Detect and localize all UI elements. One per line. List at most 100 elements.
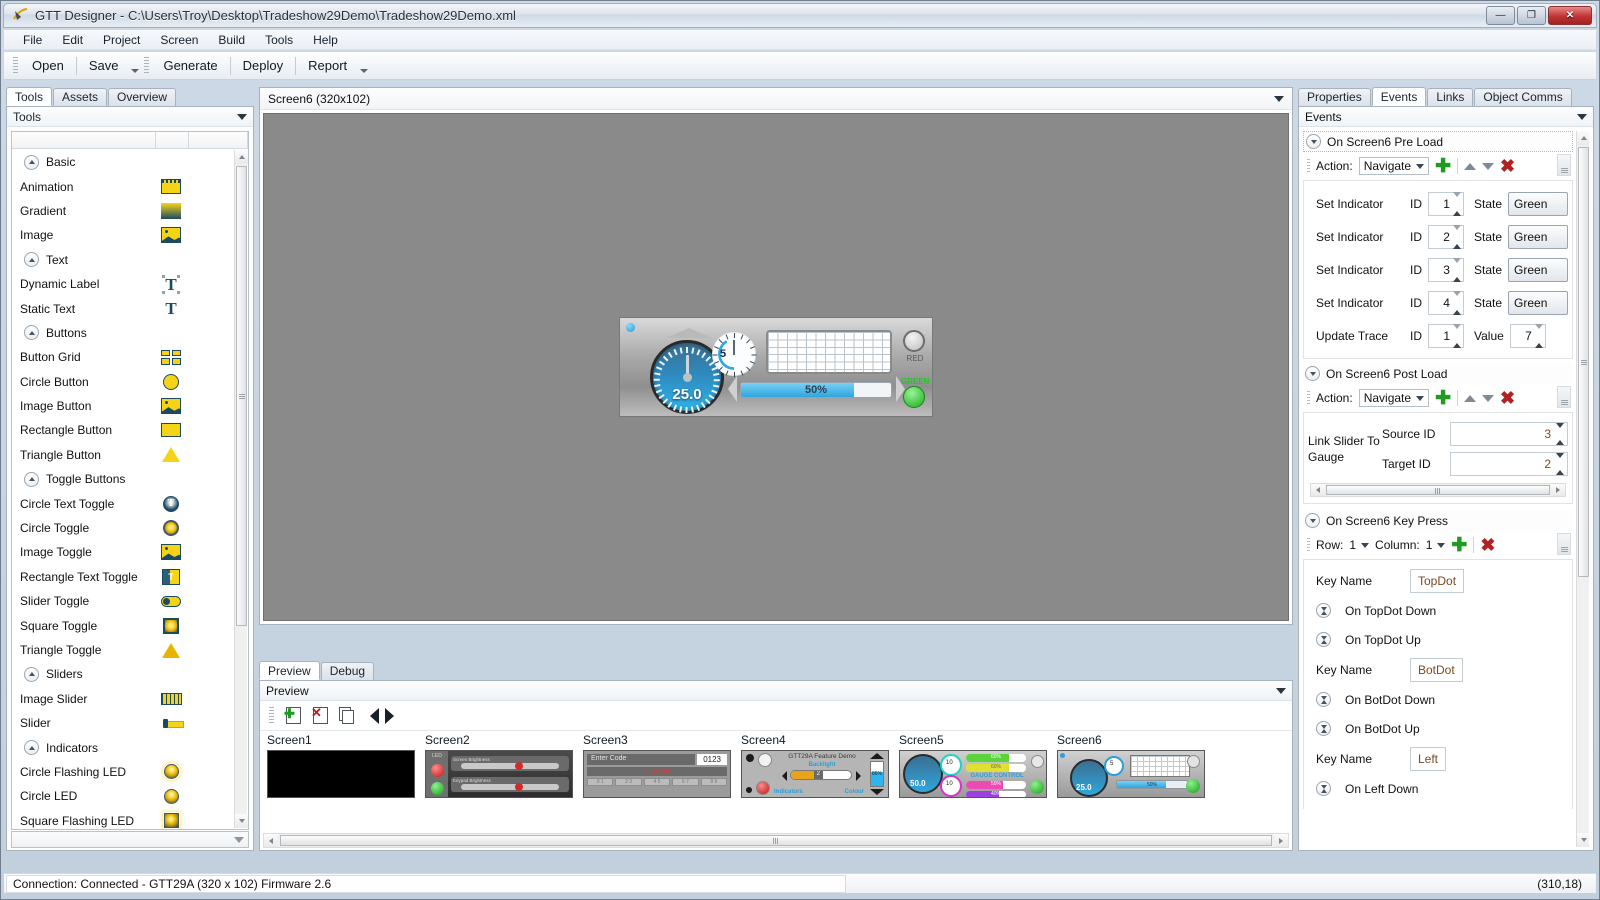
move-down-icon-2[interactable] [1481, 394, 1494, 402]
tool-item-circle-flashing-led[interactable]: Circle Flashing LED [12, 760, 234, 784]
delete-action-icon-2[interactable]: ✖ [1500, 389, 1515, 407]
close-button[interactable]: ✕ [1548, 6, 1592, 25]
id-spinner[interactable]: 1 [1428, 323, 1464, 348]
key-name-input[interactable]: TopDot [1410, 569, 1465, 593]
events-scroll-up-icon[interactable] [1577, 131, 1589, 145]
source-id-input[interactable]: 3 [1450, 422, 1568, 446]
chevron-down-icon[interactable] [1316, 721, 1331, 736]
deploy-button[interactable]: Deploy [232, 54, 294, 77]
menu-file[interactable]: File [14, 31, 51, 49]
state-combo[interactable]: Green [1508, 191, 1569, 216]
id-spinner[interactable]: 4 [1427, 290, 1464, 315]
toolbar-overflow-icon-2[interactable] [358, 55, 370, 77]
list-item[interactable]: Screen2 LED Screen Brightness Keypad Bri… [425, 733, 582, 798]
action-dropdown-2[interactable]: Navigate [1358, 389, 1430, 407]
menu-build[interactable]: Build [209, 31, 254, 49]
postload-horizontal-scrollbar[interactable] [1310, 483, 1566, 497]
preview-chevron-down-icon[interactable] [1276, 687, 1286, 694]
row-dropdown[interactable]: 1 [1349, 536, 1370, 554]
id-spinner[interactable]: 2 [1427, 224, 1464, 249]
tool-item-circle-button[interactable]: Circle Button [12, 370, 234, 394]
tool-item-square-flashing-led[interactable]: Square Flashing LED [12, 809, 234, 829]
chevron-up-icon[interactable] [1305, 513, 1320, 528]
key-event-up[interactable]: On BotDot Up [1308, 714, 1568, 743]
key-event-down[interactable]: On TopDot Down [1308, 596, 1568, 625]
tool-item-rectangle-button[interactable]: Rectangle Button [12, 418, 234, 442]
list-item[interactable]: Screen4 GTT29A Feature Demo Backlight 2 … [741, 733, 898, 798]
canvas-chevron-down-icon[interactable] [1274, 95, 1284, 102]
events-vertical-scrollbar[interactable] [1576, 131, 1589, 847]
save-button[interactable]: Save [78, 54, 130, 77]
chevron-down-icon[interactable] [1316, 692, 1331, 707]
value-spinner[interactable]: 7 [1509, 323, 1546, 348]
footer-chevron-down-icon[interactable] [234, 836, 244, 843]
chevron-down-icon[interactable] [1316, 603, 1331, 618]
toolbar-grip[interactable] [13, 56, 18, 75]
grid-col-icon[interactable] [156, 132, 189, 148]
menu-screen[interactable]: Screen [151, 31, 207, 49]
menu-tools[interactable]: Tools [256, 31, 302, 49]
tool-item-slider-toggle[interactable]: Slider Toggle [12, 589, 234, 613]
key-event-down[interactable]: On Left Down [1308, 774, 1568, 803]
toolbar-grip-2[interactable] [144, 56, 150, 75]
next-screen-icon[interactable] [378, 705, 400, 727]
event-section-postload-header[interactable]: On Screen6 Post Load [1303, 363, 1573, 384]
preview-thumbnail[interactable] [267, 750, 415, 798]
table-row[interactable]: Set Indicator ID 2 State Green [1308, 220, 1569, 253]
add-action-icon-2[interactable]: ✚ [1435, 389, 1451, 408]
arrow-left-button[interactable] [728, 376, 737, 402]
tool-item-image-button[interactable]: Image Button [12, 394, 234, 418]
screen6-device-preview[interactable]: 25.0 5 50% RED GREEN [619, 317, 933, 417]
tool-group-buttons[interactable]: Buttons [12, 321, 234, 345]
scroll-thumb-h2[interactable] [1326, 485, 1550, 495]
chevron-up-icon[interactable] [24, 666, 39, 682]
tool-item-slider[interactable]: Slider [12, 711, 234, 735]
state-combo[interactable]: Green [1508, 257, 1569, 282]
id-spinner[interactable]: 1 [1427, 191, 1464, 216]
chevron-down-icon[interactable] [1316, 632, 1331, 647]
green-led[interactable] [903, 386, 925, 408]
preview-horizontal-scrollbar[interactable] [263, 833, 1289, 848]
events-scroll-thumb[interactable] [1578, 147, 1589, 577]
preview-toolbar-grip[interactable] [269, 706, 274, 725]
tool-group-toggle-buttons[interactable]: Toggle Buttons [12, 467, 234, 491]
scroll-down-icon[interactable] [235, 814, 248, 828]
list-item[interactable]: Screen5 50.0 10 10 60% 60% GAUGE CONTROL… [899, 733, 1056, 798]
tool-item-rectangle-text-toggle[interactable]: Rectangle Text Toggle T [12, 565, 234, 589]
action-bar-grip-2[interactable] [1307, 390, 1310, 406]
minimize-button[interactable]: — [1486, 6, 1515, 25]
duplicate-screen-icon[interactable] [336, 705, 358, 727]
scroll-thumb-h[interactable] [280, 835, 1272, 846]
preview-thumbnail[interactable]: 50.0 10 10 60% 60% GAUGE CONTROL 50% 40% [899, 750, 1047, 798]
scroll-left-icon-2[interactable] [1311, 484, 1325, 496]
scroll-right-icon-2[interactable] [1551, 484, 1565, 496]
event-section-preload-header[interactable]: On Screen6 Pre Load [1303, 131, 1573, 152]
tool-item-static-text[interactable]: Static Text T [12, 296, 234, 320]
tool-item-animation[interactable]: Animation [12, 174, 234, 198]
tab-object-comms[interactable]: Object Comms [1474, 88, 1572, 106]
tool-item-triangle-button[interactable]: Triangle Button [12, 443, 234, 467]
chevron-up-icon[interactable] [24, 252, 39, 268]
move-down-icon[interactable] [1481, 162, 1494, 170]
preview-thumbnail[interactable]: Enter Code 0123 Locked 0 1 2 3 4 5 6 7 8… [583, 750, 731, 798]
chevron-up-icon[interactable] [24, 325, 39, 341]
delete-key-icon[interactable]: ✖ [1480, 536, 1495, 554]
action-bar-resize-handle-2[interactable] [1557, 386, 1571, 408]
events-scroll-down-icon[interactable] [1577, 833, 1589, 847]
tab-links[interactable]: Links [1427, 88, 1474, 106]
id-spinner[interactable]: 3 [1427, 257, 1464, 282]
preview-thumbnail[interactable]: 25.0 5 50% [1057, 750, 1205, 798]
table-row[interactable]: Set Indicator ID 4 State Green [1308, 286, 1569, 319]
chevron-up-icon[interactable] [24, 154, 39, 170]
tab-assets[interactable]: Assets [53, 88, 108, 106]
menu-project[interactable]: Project [94, 31, 149, 49]
new-screen-icon[interactable]: ✚ [282, 705, 304, 727]
column-dropdown[interactable]: 1 [1426, 536, 1446, 554]
tab-debug[interactable]: Debug [320, 662, 375, 680]
tool-group-sliders[interactable]: Sliders [12, 662, 234, 686]
tool-item-triangle-toggle[interactable]: Triangle Toggle [12, 638, 234, 662]
table-row[interactable]: Update Trace ID 1 Value 7 [1308, 319, 1568, 352]
trace-grid-panel[interactable] [766, 330, 892, 374]
tab-overview[interactable]: Overview [108, 88, 177, 106]
grid-col-name[interactable] [12, 132, 156, 148]
